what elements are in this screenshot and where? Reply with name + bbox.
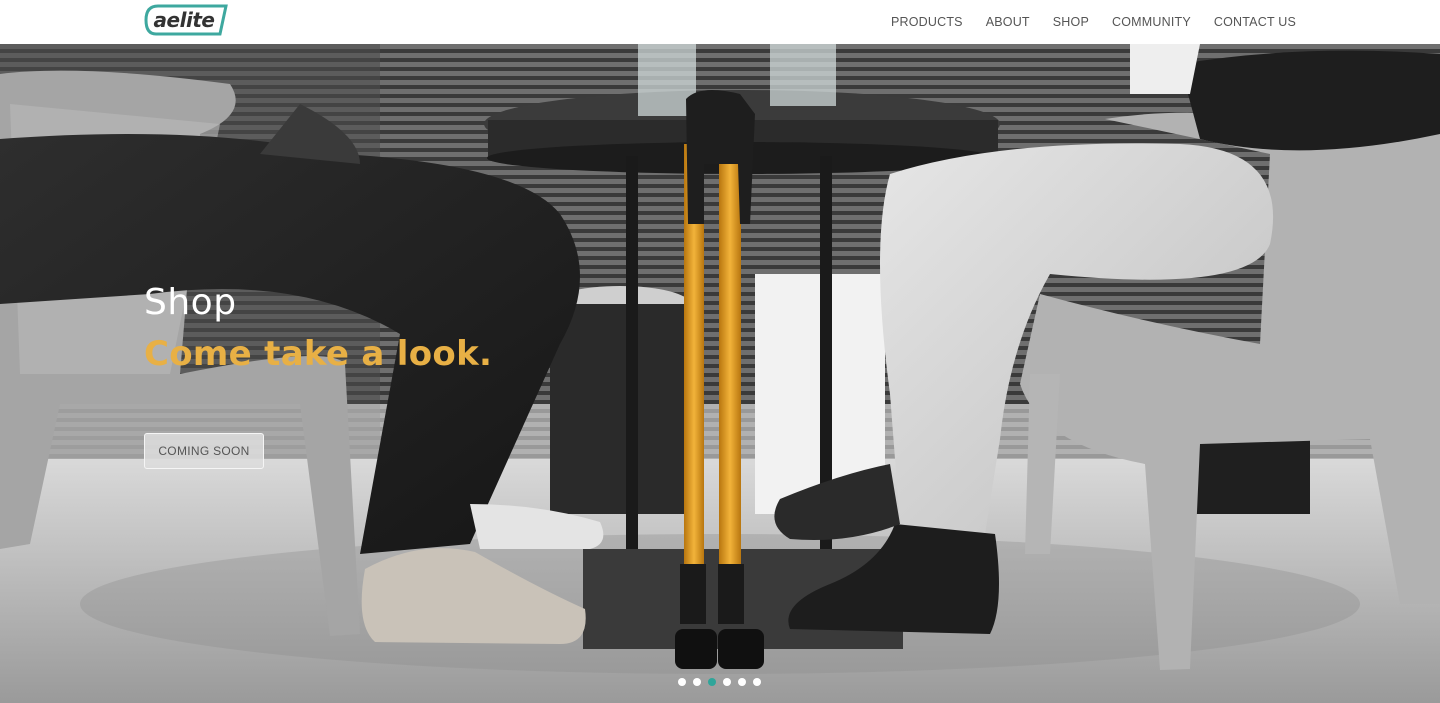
aelite-logo[interactable]: aelite <box>144 4 228 36</box>
slider-dot-active[interactable] <box>708 678 716 686</box>
slider-dot[interactable] <box>678 678 686 686</box>
nav-shop[interactable]: SHOP <box>1053 15 1089 29</box>
site-header: aelite PRODUCTS ABOUT SHOP COMMUNITY CON… <box>0 0 1440 44</box>
hero-subtitle: Come take a look. <box>144 334 493 374</box>
slider-dot[interactable] <box>753 678 761 686</box>
nav-products[interactable]: PRODUCTS <box>891 15 963 29</box>
main-nav: PRODUCTS ABOUT SHOP COMMUNITY CONTACT US <box>868 0 1296 44</box>
logo-text: aelite <box>153 8 215 32</box>
coming-soon-button[interactable]: COMING SOON <box>144 433 264 469</box>
slider-dot[interactable] <box>723 678 731 686</box>
nav-contact-us[interactable]: CONTACT US <box>1214 15 1296 29</box>
slider-dot[interactable] <box>738 678 746 686</box>
hero-slider: Shop Come take a look. COMING SOON <box>0 44 1440 703</box>
hero-title: Shop <box>144 282 237 323</box>
slider-pagination <box>678 678 761 686</box>
nav-about[interactable]: ABOUT <box>986 15 1030 29</box>
slider-dot[interactable] <box>693 678 701 686</box>
nav-community[interactable]: COMMUNITY <box>1112 15 1191 29</box>
